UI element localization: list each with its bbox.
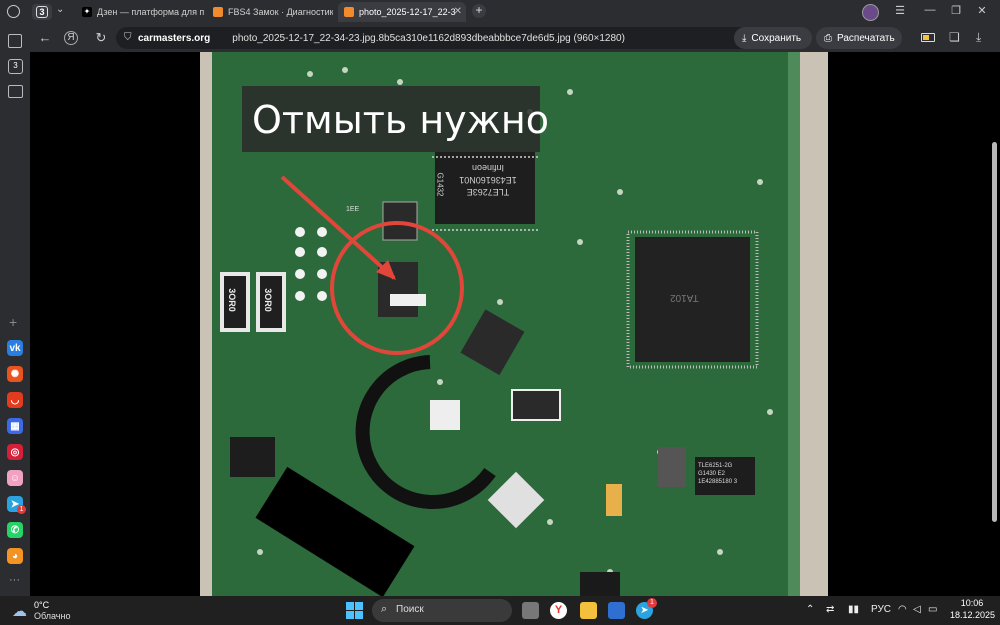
tray-audio-icon[interactable]: ▮▮ <box>848 604 859 615</box>
collections-icon[interactable] <box>8 34 22 48</box>
mcu-marking: TA102 <box>670 292 699 303</box>
restore-icon[interactable]: ❐ <box>948 4 964 17</box>
address-bar: ← Я ↻ ⛉ carmasters.org photo_2025-12-17_… <box>30 24 1000 52</box>
app-pink-icon[interactable]: ☺ <box>7 470 23 486</box>
small-chip-marking: 1EE <box>346 206 360 213</box>
sidebar-tab-badge[interactable]: 3 <box>8 59 23 74</box>
print-label: Распечатать <box>837 32 895 44</box>
chip-line-3: Infineon <box>471 163 505 173</box>
weather-desc: Облачно <box>34 611 71 621</box>
tab-photo[interactable]: photo_2025-12-17_22-3 ✕ <box>338 2 466 22</box>
menu-icon[interactable]: ☰ <box>892 4 908 17</box>
url-path: photo_2025-12-17_22-34-23.jpg.8b5ca310e1… <box>232 32 625 44</box>
volume-icon[interactable]: ◁ <box>913 604 921 615</box>
resistor-2-marking: 3OR0 <box>262 288 273 312</box>
site-info-icon[interactable]: ⛉ <box>124 32 132 43</box>
circuit-board-photo[interactable]: Отмыть нужно TLE7263E 1E436160N01 Infine… <box>200 52 828 596</box>
tabs-dropdown-icon[interactable]: ⌄ <box>56 4 64 15</box>
extensions-icon[interactable]: ❏ <box>949 30 960 44</box>
downloads-icon[interactable]: ⤓ <box>976 30 981 45</box>
image-icon <box>344 7 354 17</box>
tab-fbs4[interactable]: FBS4 Замок · Диагностик <box>213 2 333 22</box>
yandex-icon[interactable]: Я <box>64 31 78 45</box>
driver-chip-marking: TLE6251-2G G1430 E2 1E42885180 3 <box>698 462 737 486</box>
task-view-icon[interactable] <box>522 602 539 619</box>
wifi-icon[interactable]: ◠ <box>898 604 907 615</box>
tray-sync-icon[interactable]: ⇄ <box>826 604 834 615</box>
clock-date: 18.12.2025 <box>950 610 996 620</box>
battery-saver-icon[interactable] <box>921 33 935 42</box>
photo-caption: Отмыть нужно <box>252 98 549 142</box>
main-chip-side-marking: G1432 <box>435 172 445 197</box>
sidebar: 3 + vk ✺ ◡ ▦ ◎ ☺ ➤ 1 ✆ ◕ ··· <box>0 24 30 596</box>
driver-line-1: TLE6251-2G <box>698 463 733 469</box>
more-apps-icon[interactable]: ··· <box>9 574 20 586</box>
page-content: Отмыть нужно TLE7263E 1E436160N01 Infine… <box>30 52 1000 596</box>
add-app-icon[interactable]: + <box>9 314 17 330</box>
print-button[interactable]: ⎙ Распечатать <box>816 27 902 49</box>
tab-counter-button[interactable]: 3 <box>32 4 52 20</box>
whatsapp-icon[interactable]: ✆ <box>7 522 23 538</box>
taskbar: ☁ 0°C Облачно ⌕ Поиск Y ➤ 1 ⌃ ⇄ ▮▮ РУС ◠… <box>0 596 1000 625</box>
save-button[interactable]: ⤓ Сохранить <box>734 27 812 49</box>
taskbar-search[interactable]: ⌕ Поиск <box>372 599 512 622</box>
chip-line-1: TLE7263E <box>466 187 510 197</box>
url-field[interactable]: ⛉ carmasters.org photo_2025-12-17_22-34-… <box>116 27 758 49</box>
clock-time: 10:06 <box>960 598 984 608</box>
odnoklassniki-icon[interactable]: ◕ <box>7 548 23 564</box>
tab-title: Дзен — платформа для п <box>97 7 205 17</box>
main-chip-marking: TLE7263E 1E436160N01 Infineon <box>450 162 526 198</box>
battery-icon[interactable]: ▭ <box>928 604 937 615</box>
app-orange-icon[interactable]: ✺ <box>7 366 23 382</box>
url-site: carmasters.org <box>138 32 211 44</box>
resistor-1-marking: 3OR0 <box>226 288 237 312</box>
windows-start-icon[interactable] <box>346 602 363 619</box>
apps-grid-icon[interactable]: ▦ <box>7 418 23 434</box>
new-tab-button[interactable]: + <box>472 4 486 18</box>
vk-icon[interactable]: vk <box>7 340 23 356</box>
reload-icon[interactable]: ↻ <box>92 30 110 46</box>
print-icon: ⎙ <box>824 32 832 44</box>
close-tab-icon[interactable]: ✕ <box>454 6 462 17</box>
tab-counter: 3 <box>36 6 48 18</box>
driver-line-2: G1430 E2 <box>698 471 726 477</box>
search-placeholder: Поиск <box>396 604 424 615</box>
close-window-icon[interactable]: ✕ <box>974 4 990 17</box>
download-icon: ⤓ <box>742 32 747 44</box>
tab-title: FBS4 Замок · Диагностик <box>228 7 333 17</box>
tab-dzen[interactable]: ✦ Дзен — платформа для п <box>82 2 207 22</box>
search-icon: ⌕ <box>381 603 388 615</box>
save-app-icon[interactable] <box>608 602 625 619</box>
scrollbar[interactable] <box>992 142 997 522</box>
history-icon[interactable] <box>7 5 20 18</box>
weather-widget[interactable]: ☁ 0°C Облачно <box>10 599 80 623</box>
profile-avatar[interactable] <box>862 4 879 21</box>
cloud-icon: ☁ <box>12 603 27 620</box>
yandex-browser-icon[interactable]: Y <box>550 602 567 619</box>
sidebar-badge: 1 <box>17 505 26 514</box>
file-explorer-icon[interactable] <box>580 602 597 619</box>
tray-chevron-icon[interactable]: ⌃ <box>806 604 814 615</box>
dzen-icon: ✦ <box>82 7 92 17</box>
clock[interactable]: 10:06 18.12.2025 <box>950 598 996 620</box>
screenshot-icon[interactable] <box>8 85 23 98</box>
aliexpress-icon[interactable]: ◡ <box>7 392 23 408</box>
back-icon[interactable]: ← <box>36 30 54 45</box>
save-label: Сохранить <box>751 32 802 44</box>
telegram-badge: 1 <box>647 598 657 608</box>
driver-line-3: 1E42885180 3 <box>698 479 738 485</box>
forum-icon <box>213 7 223 17</box>
app-red-icon[interactable]: ◎ <box>7 444 23 460</box>
weather-temp: 0°C <box>34 600 50 610</box>
tab-title: photo_2025-12-17_22-3 <box>359 7 456 17</box>
language-indicator[interactable]: РУС <box>871 604 891 615</box>
chip-line-2: 1E436160N01 <box>459 175 517 185</box>
tab-bar: 3 ⌄ ✦ Дзен — платформа для п FBS4 Замок … <box>0 0 1000 24</box>
minimize-icon[interactable]: — <box>922 4 938 16</box>
